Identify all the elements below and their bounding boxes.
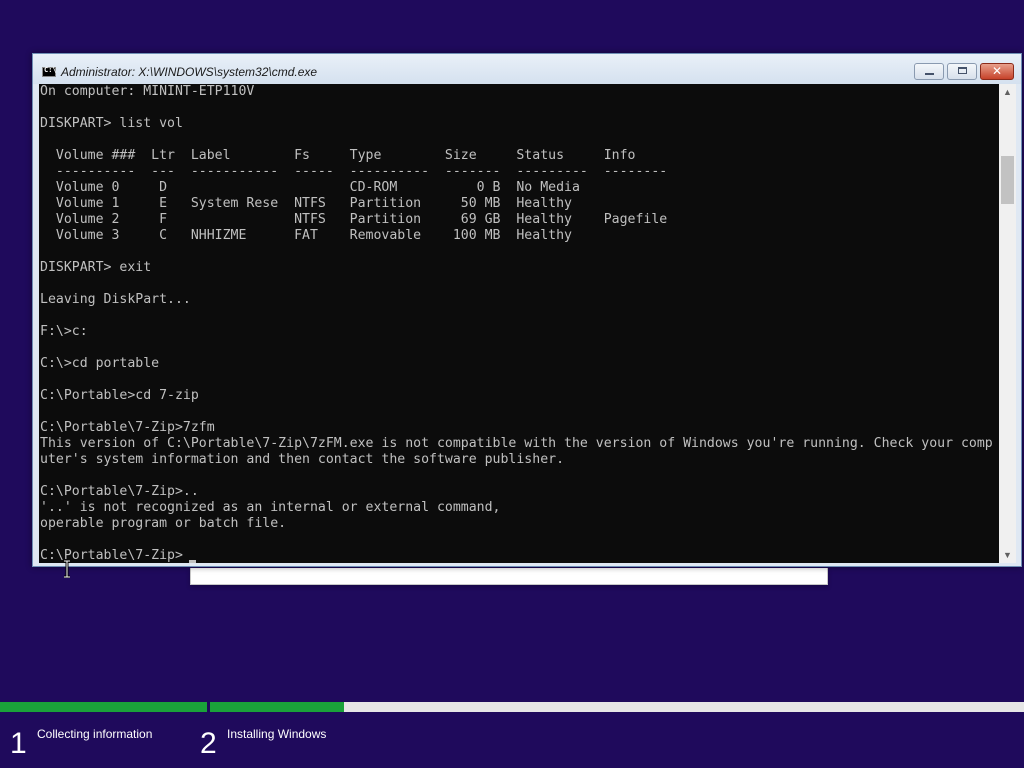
maximize-icon xyxy=(958,67,967,74)
scroll-down-arrow-icon[interactable]: ▼ xyxy=(999,547,1016,563)
console-app-icon: C:\ xyxy=(42,66,57,77)
progress-fill-installing xyxy=(210,702,345,712)
text-cursor xyxy=(189,560,196,563)
scroll-up-arrow-icon[interactable]: ▲ xyxy=(999,84,1016,100)
close-button[interactable]: ✕ xyxy=(980,63,1014,80)
close-icon: ✕ xyxy=(991,64,1003,78)
console-text: On computer: MININT-ETP110V DISKPART> li… xyxy=(40,84,993,563)
setup-dialog-edge xyxy=(190,568,828,585)
command-prompt-window[interactable]: C:\ Administrator: X:\WINDOWS\system32\c… xyxy=(32,53,1022,567)
progress-segment-installing xyxy=(210,702,1024,712)
vertical-scrollbar[interactable]: ▲ ▼ xyxy=(999,84,1016,563)
maximize-button[interactable] xyxy=(947,63,977,80)
step-number-1: 1 xyxy=(10,727,27,760)
title-bar[interactable]: C:\ Administrator: X:\WINDOWS\system32\c… xyxy=(33,54,1021,84)
text-select-cursor-icon xyxy=(64,560,70,578)
minimize-icon xyxy=(925,73,934,75)
minimize-button[interactable] xyxy=(914,63,944,80)
console-app-icon-text: C:\ xyxy=(44,66,57,74)
console-output[interactable]: On computer: MININT-ETP110V DISKPART> li… xyxy=(39,84,999,563)
progress-segment-collecting xyxy=(0,702,207,712)
window-title: Administrator: X:\WINDOWS\system32\cmd.e… xyxy=(61,65,318,79)
step-label-installing-windows: Installing Windows xyxy=(227,727,327,741)
setup-background: C:\ Administrator: X:\WINDOWS\system32\c… xyxy=(0,0,1024,768)
scroll-thumb[interactable] xyxy=(1001,156,1014,204)
step-label-collecting-information: Collecting information xyxy=(37,727,153,741)
setup-progress-bar xyxy=(0,702,1024,712)
progress-fill-collecting xyxy=(0,702,207,712)
step-number-2: 2 xyxy=(200,727,217,760)
